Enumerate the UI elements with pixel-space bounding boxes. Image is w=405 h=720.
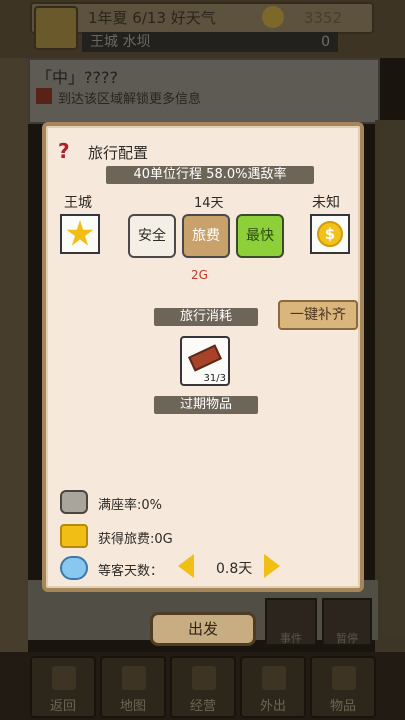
- depart-button[interactable]: 出发: [150, 612, 256, 646]
- wait-value: 0.8天: [216, 561, 253, 577]
- route-fee-button[interactable]: 旅费: [182, 214, 230, 258]
- modal-title: 旅行配置: [88, 144, 149, 162]
- travel-config-modal: ? 旅行配置 40单位行程 58.0%遇敌率 王城 14天 未知 安全 旅费 最…: [42, 122, 364, 592]
- cloud-icon: [60, 556, 88, 580]
- consumption-tag: 旅行消耗: [154, 308, 258, 326]
- fee-gain: 获得旅费:0G: [98, 532, 173, 547]
- fee-note: 2G: [191, 268, 208, 282]
- question-icon: ?: [58, 139, 70, 163]
- increase-arrow-icon[interactable]: [264, 554, 280, 578]
- route-safe-button[interactable]: 安全: [128, 214, 176, 258]
- decrease-arrow-icon[interactable]: [178, 554, 194, 578]
- origin-slot: [60, 214, 100, 254]
- item-count: 31/3: [203, 373, 226, 384]
- coin-stack-icon: [60, 524, 88, 548]
- refill-button[interactable]: 一键补齐: [278, 300, 358, 330]
- coin-icon: $: [317, 221, 343, 247]
- item-slot[interactable]: 31/3: [180, 336, 230, 386]
- route-fast-button[interactable]: 最快: [236, 214, 284, 258]
- wait-label: 等客天数：: [98, 564, 164, 579]
- days-label: 14天: [194, 196, 224, 211]
- star-icon: [66, 220, 94, 246]
- ham-icon: [188, 344, 222, 372]
- trip-stat: 40单位行程 58.0%遇敌率: [106, 166, 314, 184]
- chat-bubble-icon: [60, 490, 88, 514]
- expired-tag: 过期物品: [154, 396, 258, 414]
- seat-rate: 满座率:0%: [98, 498, 163, 513]
- destination-slot: $: [310, 214, 350, 254]
- origin-label: 王城: [64, 195, 92, 211]
- destination-label: 未知: [312, 195, 340, 211]
